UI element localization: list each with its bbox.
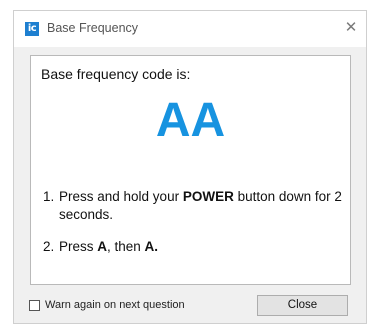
close-icon[interactable]: ✕ xyxy=(342,18,360,36)
warn-again-checkbox[interactable] xyxy=(29,300,40,311)
step-text: Press and hold your POWER button down fo… xyxy=(59,188,342,224)
step-text-part: Press xyxy=(59,239,98,254)
step-number: 2. xyxy=(43,239,55,254)
step-emphasis: A. xyxy=(144,239,159,254)
app-logo-icon: ic xyxy=(25,22,39,36)
instruction-list: 1. Press and hold your POWER button down… xyxy=(43,188,342,256)
window-title: Base Frequency xyxy=(47,21,139,35)
close-button[interactable]: Close xyxy=(257,295,348,316)
content-panel: Base frequency code is: AA 1. Press and … xyxy=(30,55,351,285)
step-text: Press A, then A. xyxy=(59,238,158,256)
instruction-step: 2. Press A, then A. xyxy=(43,238,342,256)
dialog-footer: Warn again on next question Close xyxy=(14,287,366,323)
title-bar: ic Base Frequency ✕ xyxy=(14,11,366,47)
frequency-heading: Base frequency code is: xyxy=(41,66,191,82)
warn-again-label[interactable]: Warn again on next question xyxy=(45,299,185,311)
step-text-part: Press and hold your xyxy=(59,189,183,204)
frequency-code: AA xyxy=(155,94,226,147)
step-emphasis: A xyxy=(97,239,108,254)
instruction-step: 1. Press and hold your POWER button down… xyxy=(43,188,342,224)
step-text-part: , then xyxy=(107,239,145,254)
step-number: 1. xyxy=(43,189,55,204)
step-emphasis: POWER xyxy=(182,189,234,204)
dialog-window: ic Base Frequency ✕ Base frequency code … xyxy=(13,10,367,324)
